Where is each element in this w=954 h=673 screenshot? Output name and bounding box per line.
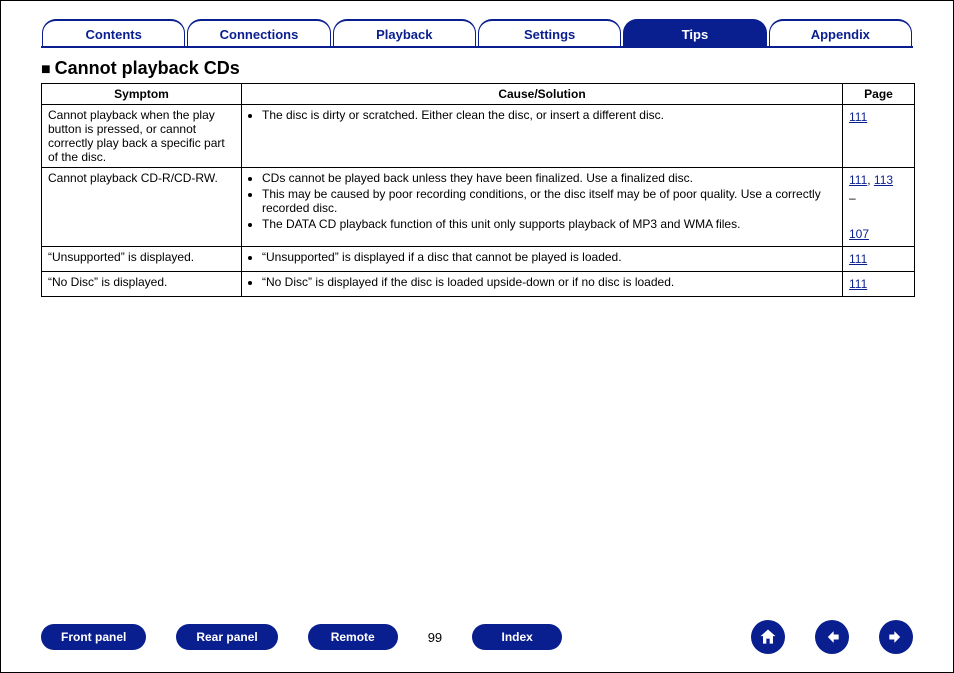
page-cell[interactable]: 111 <box>843 272 915 297</box>
prev-button[interactable] <box>815 620 849 654</box>
arrow-right-icon <box>886 627 906 647</box>
tab-connections[interactable]: Connections <box>187 19 330 46</box>
table-row: “No Disc” is displayed. “No Disc” is disp… <box>42 272 915 297</box>
th-page: Page <box>843 84 915 105</box>
cause-item: This may be caused by poor recording con… <box>262 187 836 215</box>
arrow-left-icon <box>822 627 842 647</box>
tab-contents[interactable]: Contents <box>42 19 185 46</box>
th-cause: Cause/Solution <box>242 84 843 105</box>
cause-item: “No Disc” is displayed if the disc is lo… <box>262 275 836 289</box>
symptom-cell: “Unsupported” is displayed. <box>42 247 242 272</box>
home-button[interactable] <box>751 620 785 654</box>
tab-playback[interactable]: Playback <box>333 19 476 46</box>
front-panel-button[interactable]: Front panel <box>41 624 146 650</box>
tab-appendix[interactable]: Appendix <box>769 19 912 46</box>
cause-item: CDs cannot be played back unless they ha… <box>262 171 836 185</box>
page-cell[interactable]: 111 <box>843 105 915 168</box>
footer-bar: Front panel Rear panel Remote 99 Index <box>1 620 953 654</box>
symptom-cell: Cannot playback when the play button is … <box>42 105 242 168</box>
index-button[interactable]: Index <box>472 624 562 650</box>
troubleshooting-table: Symptom Cause/Solution Page Cannot playb… <box>41 83 915 297</box>
symptom-cell: Cannot playback CD-R/CD-RW. <box>42 168 242 247</box>
cause-cell: CDs cannot be played back unless they ha… <box>242 168 843 247</box>
tab-settings[interactable]: Settings <box>478 19 621 46</box>
table-row: Cannot playback when the play button is … <box>42 105 915 168</box>
home-icon <box>758 627 778 647</box>
cause-cell: “Unsupported” is displayed if a disc tha… <box>242 247 843 272</box>
cause-cell: “No Disc” is displayed if the disc is lo… <box>242 272 843 297</box>
rear-panel-button[interactable]: Rear panel <box>176 624 277 650</box>
top-tabs: ContentsConnectionsPlaybackSettingsTipsA… <box>41 19 913 48</box>
symptom-cell: “No Disc” is displayed. <box>42 272 242 297</box>
cause-item: “Unsupported” is displayed if a disc tha… <box>262 250 836 264</box>
page-number: 99 <box>428 630 442 645</box>
section-title: ■Cannot playback CDs <box>41 58 913 79</box>
th-symptom: Symptom <box>42 84 242 105</box>
cause-item: The DATA CD playback function of this un… <box>262 217 836 231</box>
cause-cell: The disc is dirty or scratched. Either c… <box>242 105 843 168</box>
tab-tips[interactable]: Tips <box>623 19 766 46</box>
section-title-text: Cannot playback CDs <box>55 58 240 78</box>
remote-button[interactable]: Remote <box>308 624 398 650</box>
next-button[interactable] <box>879 620 913 654</box>
table-row: “Unsupported” is displayed. “Unsupported”… <box>42 247 915 272</box>
cause-item: The disc is dirty or scratched. Either c… <box>262 108 836 122</box>
table-row: Cannot playback CD-R/CD-RW. CDs cannot be… <box>42 168 915 247</box>
square-bullet-icon: ■ <box>41 61 51 78</box>
page-cell[interactable]: 111, 113–107 <box>843 168 915 247</box>
page-cell[interactable]: 111 <box>843 247 915 272</box>
